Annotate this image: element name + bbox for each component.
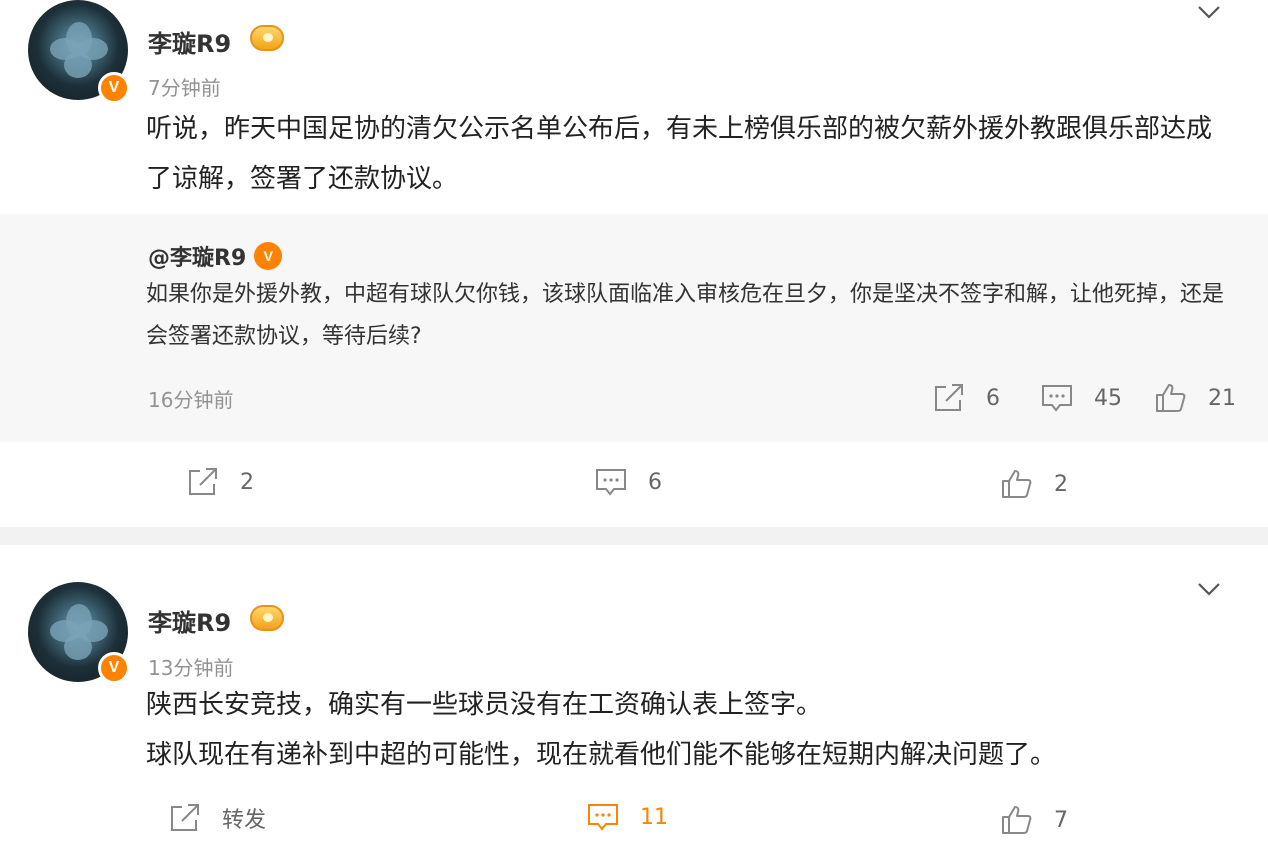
repost-button[interactable]: 转发: [168, 802, 266, 834]
like-button[interactable]: 2: [1000, 468, 1068, 500]
like-button[interactable]: 7: [1000, 804, 1068, 836]
repost-count: 6: [986, 385, 1000, 411]
comment-icon: [596, 469, 626, 496]
username[interactable]: 李璇R9: [148, 603, 231, 638]
verified-icon: V: [98, 72, 130, 104]
share-icon: [935, 384, 963, 411]
share-icon: [189, 468, 217, 495]
comment-count: 11: [640, 804, 668, 830]
comment-button[interactable]: 6: [594, 466, 662, 498]
content-line: 球队现在有递补到中超的可能性，现在就看他们能不能够在短期内解决问题了。: [146, 740, 1057, 770]
repost-count: 2: [240, 469, 254, 495]
post-content: 陕西长安竞技，确实有一些球员没有在工资确认表上签字。 球队现在有递补到中超的可能…: [146, 680, 1236, 780]
comment-count: 6: [648, 469, 662, 495]
post-content: 听说，昨天中国足协的清欠公示名单公布后，有未上榜俱乐部的被欠薪外援外教跟俱乐部达…: [146, 114, 1213, 194]
comment-count: 45: [1094, 385, 1122, 411]
quoted-content: 如果你是外援外教，中超有球队欠你钱，该球队面临准入审核危在旦夕，你是坚决不签字和…: [146, 282, 1225, 349]
thumbs-up-icon: [1002, 470, 1032, 498]
username[interactable]: 李璇R9: [148, 24, 231, 59]
like-count: 7: [1054, 807, 1068, 833]
content-line: 陕西长安竞技，确实有一些球员没有在工资确认表上签字。: [146, 690, 823, 720]
quoted-comment-button[interactable]: 45: [1040, 382, 1122, 414]
quoted-username[interactable]: @李璇R9 V: [148, 240, 283, 272]
post-card: V 李璇R9 13分钟前 陕西长安竞技，确实有一些球员没有在工资确认表上签字。 …: [0, 545, 1268, 868]
like-count: 21: [1208, 385, 1236, 411]
quoted-username-text[interactable]: @李璇R9: [148, 240, 246, 272]
level-badge-icon: [250, 605, 284, 631]
post-separator: [0, 527, 1268, 545]
thumbs-up-icon: [1002, 806, 1032, 834]
comment-icon: [588, 804, 618, 831]
verified-icon: V: [98, 652, 130, 684]
post-time[interactable]: 13分钟前: [148, 652, 233, 681]
post-time[interactable]: 7分钟前: [148, 72, 221, 101]
post-card: V 李璇R9 7分钟前 听说，昨天中国足协的清欠公示名单公布后，有未上榜俱乐部的…: [0, 0, 1268, 527]
share-icon: [171, 804, 199, 831]
level-badge-icon: [250, 25, 284, 51]
repost-label: 转发: [222, 808, 267, 833]
repost-button[interactable]: 2: [186, 466, 254, 498]
thumbs-up-icon: [1156, 384, 1186, 412]
quoted-time[interactable]: 16分钟前: [148, 384, 233, 413]
chevron-down-icon[interactable]: [1196, 2, 1222, 22]
comment-button[interactable]: 11: [586, 801, 668, 833]
quoted-like-button[interactable]: 21: [1154, 382, 1236, 414]
comment-icon: [1042, 385, 1072, 412]
verified-icon: V: [254, 242, 283, 270]
chevron-down-icon[interactable]: [1196, 579, 1222, 599]
quoted-repost-button[interactable]: 6: [932, 382, 1000, 414]
like-count: 2: [1054, 471, 1068, 497]
